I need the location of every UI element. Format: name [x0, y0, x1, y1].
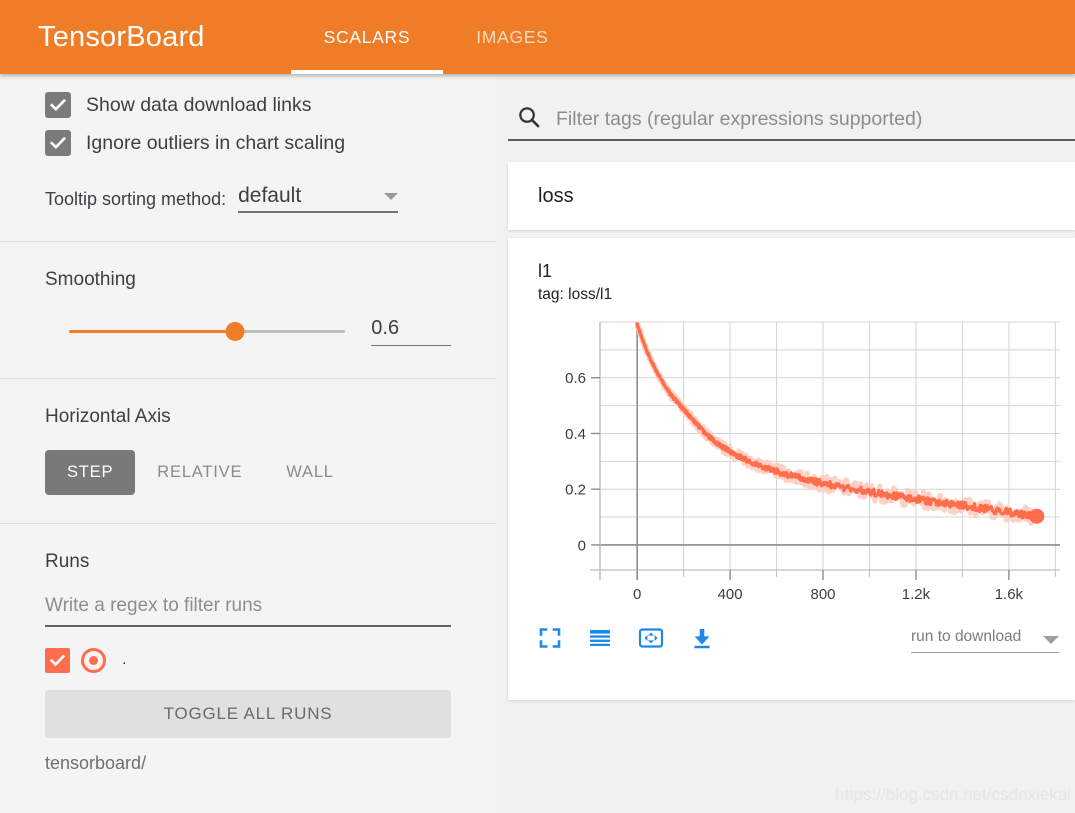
- axis-option-wall[interactable]: WALL: [264, 450, 356, 495]
- tag-group-header-card[interactable]: loss: [508, 162, 1075, 230]
- main-panel: Filter tags (regular expressions support…: [496, 74, 1075, 813]
- run-to-download-value: run to download: [911, 628, 1022, 645]
- tag-filter-field[interactable]: Filter tags (regular expressions support…: [508, 99, 1075, 141]
- scalar-chart-card: l1 tag: loss/l1 0 0.2 0.4 0.6 0 400 800 1.2k 1.6…: [508, 238, 1075, 700]
- chart-title: l1: [538, 261, 553, 281]
- tab-scalars[interactable]: SCALARS: [290, 0, 444, 74]
- smoothing-row: 0.6: [45, 317, 451, 378]
- display-options-section: Show data download links Ignore outliers…: [0, 86, 496, 241]
- smoothing-section: Smoothing 0.6: [0, 242, 496, 378]
- svg-text:1.6k: 1.6k: [995, 586, 1024, 603]
- svg-text:0.2: 0.2: [565, 481, 586, 498]
- fit-domain-icon[interactable]: [638, 626, 664, 655]
- svg-text:0.4: 0.4: [565, 425, 586, 442]
- svg-text:400: 400: [718, 586, 743, 603]
- horizontal-axis-section: Horizontal Axis STEP RELATIVE WALL: [0, 379, 496, 523]
- axis-option-step[interactable]: STEP: [45, 450, 136, 495]
- show-download-links-row[interactable]: Show data download links: [45, 86, 451, 124]
- tag-group-title: loss: [538, 184, 574, 207]
- tooltip-sorting-value: default: [238, 184, 302, 207]
- line-chart-plot[interactable]: 0 0.2 0.4 0.6 0 400 800 1.2k 1.6k: [538, 316, 1075, 616]
- run-to-download-select[interactable]: run to download: [911, 628, 1059, 653]
- ignore-outliers-row[interactable]: Ignore outliers in chart scaling: [45, 124, 451, 162]
- settings-sidebar: Show data download links Ignore outliers…: [0, 74, 496, 813]
- smoothing-title: Smoothing: [45, 269, 136, 290]
- runs-title: Runs: [45, 551, 90, 572]
- svg-text:800: 800: [811, 586, 836, 603]
- runs-filter-input[interactable]: Write a regex to filter runs: [45, 595, 451, 627]
- smoothing-value-input[interactable]: 0.6: [371, 317, 451, 346]
- tab-bar: SCALARS IMAGES: [290, 0, 582, 74]
- chevron-down-icon: [1043, 636, 1059, 644]
- tag-filter-placeholder: Filter tags (regular expressions support…: [556, 107, 923, 130]
- svg-text:1.2k: 1.2k: [902, 586, 931, 603]
- runs-section: Runs Write a regex to filter runs . TOGG…: [0, 524, 496, 774]
- show-download-links-checkbox[interactable]: [45, 92, 71, 118]
- body-container: Show data download links Ignore outliers…: [0, 74, 1075, 813]
- run-label: .: [122, 651, 127, 668]
- download-icon[interactable]: [690, 626, 714, 655]
- run-color-indicator-icon: [81, 647, 106, 673]
- ignore-outliers-label: Ignore outliers in chart scaling: [86, 131, 346, 154]
- horizontal-axis-title: Horizontal Axis: [45, 406, 171, 427]
- smoothing-slider[interactable]: [69, 322, 346, 342]
- data-table-icon[interactable]: [588, 626, 612, 655]
- axis-option-relative[interactable]: RELATIVE: [135, 450, 264, 495]
- chevron-down-icon: [384, 193, 399, 200]
- run-list-item[interactable]: .: [45, 645, 451, 675]
- tooltip-sorting-row: Tooltip sorting method: default: [45, 184, 451, 241]
- slider-fill: [69, 330, 235, 333]
- svg-text:0: 0: [578, 537, 586, 554]
- toggle-all-runs-button[interactable]: TOGGLE ALL RUNS: [45, 690, 451, 738]
- tab-images[interactable]: IMAGES: [443, 0, 581, 74]
- ignore-outliers-checkbox[interactable]: [45, 130, 71, 156]
- svg-text:0.6: 0.6: [565, 370, 586, 387]
- watermark: https://blog.csdn.net/csdnxiekai: [834, 785, 1071, 804]
- chart-tag-label: tag: loss/l1: [538, 285, 613, 303]
- slider-thumb[interactable]: [225, 322, 245, 341]
- svg-text:0: 0: [633, 586, 641, 603]
- chart-toolbar: run to download: [538, 626, 1059, 655]
- tooltip-sorting-label: Tooltip sorting method:: [45, 189, 227, 209]
- horizontal-axis-options: STEP RELATIVE WALL: [45, 450, 451, 523]
- run-checkbox[interactable]: [45, 647, 70, 673]
- search-icon: [516, 104, 546, 135]
- app-title: TensorBoard: [38, 20, 205, 53]
- show-download-links-label: Show data download links: [86, 93, 312, 116]
- run-path-label: tensorboard/: [45, 753, 147, 773]
- tooltip-sorting-select[interactable]: default: [238, 184, 399, 213]
- app-header: TensorBoard SCALARS IMAGES: [0, 0, 1075, 74]
- expand-icon[interactable]: [538, 626, 562, 655]
